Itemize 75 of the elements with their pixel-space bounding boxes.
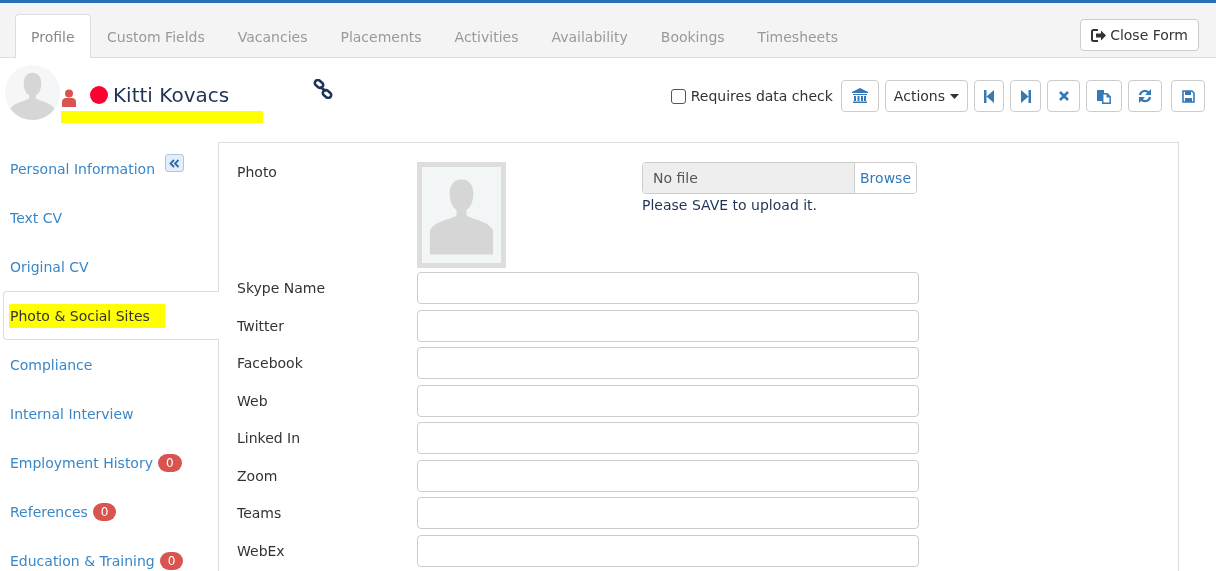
sidebar-label: Personal Information: [10, 160, 155, 177]
bank-icon: [851, 88, 868, 104]
sidebar-label: Employment History: [10, 454, 153, 471]
close-button[interactable]: [1047, 80, 1080, 112]
candidate-name: Kitti Kovacs: [113, 83, 230, 107]
skip-forward-icon: [1020, 89, 1031, 103]
actions-button[interactable]: Actions: [884, 80, 968, 112]
bank-button[interactable]: [840, 80, 879, 112]
photo-placeholder-icon: [417, 162, 506, 268]
sidebar-label: Education & Training: [10, 552, 155, 569]
status-dot: [90, 86, 108, 104]
field-label: Linked In: [237, 430, 302, 446]
sidebar-label: References: [10, 503, 88, 520]
field-label: Zoom: [237, 467, 279, 484]
double-chevron-icon: [169, 158, 180, 168]
field-label: Photo: [237, 163, 278, 180]
save-icon: [1181, 89, 1195, 103]
count-badge: 0: [92, 502, 117, 521]
last-record-button[interactable]: [1010, 80, 1041, 112]
sidebar-label: Compliance: [10, 356, 93, 373]
refresh-icon: [1138, 89, 1152, 103]
count-badge: 0: [158, 453, 182, 472]
sidebar-label: Internal Interview: [10, 405, 134, 422]
sidebar-item[interactable]: Personal Information: [0, 144, 219, 193]
link-icon[interactable]: [313, 79, 333, 99]
tab[interactable]: Activities: [438, 14, 535, 58]
sidebar-item[interactable]: References 0: [0, 487, 219, 536]
tab[interactable]: Availability: [534, 14, 645, 58]
tab[interactable]: Placements: [323, 14, 439, 58]
field-label: Twitter: [237, 317, 285, 334]
text-field[interactable]: [417, 534, 919, 567]
tab[interactable]: Vacancies: [221, 14, 324, 58]
text-field[interactable]: [417, 309, 919, 342]
sidebar-item[interactable]: Internal Interview: [0, 389, 219, 438]
file-input[interactable]: No file Browse: [642, 162, 917, 194]
count-badge: 0: [159, 551, 184, 570]
exit-icon: [1091, 28, 1107, 42]
tab[interactable]: Bookings: [644, 14, 742, 58]
text-field[interactable]: [417, 422, 919, 454]
text-field[interactable]: [417, 347, 919, 379]
field-label: Skype Name: [237, 280, 327, 296]
caret-icon: [950, 93, 959, 99]
sidebar-item[interactable]: Original CV: [0, 242, 219, 291]
upload-hint: Please SAVE to upload it.: [642, 197, 819, 213]
sidebar-item[interactable]: Education & Training 0: [0, 536, 219, 571]
sidebar-label: Text CV: [10, 209, 63, 226]
refresh-button[interactable]: [1128, 80, 1162, 112]
sidebar-label: Original CV: [10, 258, 89, 275]
copy-icon: [1097, 88, 1111, 104]
sidebar-item[interactable]: Employment History 0: [0, 438, 219, 487]
text-field[interactable]: [417, 272, 919, 304]
tab[interactable]: Profile: [15, 14, 91, 58]
text-field[interactable]: [417, 384, 919, 417]
text-field[interactable]: [417, 459, 919, 492]
checkbox-label: Requires data check: [690, 88, 833, 104]
close-form-button[interactable]: Close Form: [1080, 19, 1199, 51]
tab[interactable]: Custom Fields: [90, 14, 222, 58]
save-button[interactable]: [1171, 80, 1205, 112]
sidebar-label: Photo & Social Sites: [9, 303, 165, 328]
copy-button[interactable]: [1086, 80, 1122, 112]
sidebar-item[interactable]: Text CV: [0, 193, 219, 242]
field-label: Teams: [237, 505, 283, 521]
text-field[interactable]: [417, 497, 919, 529]
field-label: Web: [237, 392, 269, 409]
close-icon: [1058, 91, 1069, 101]
collapse-button[interactable]: [165, 154, 184, 172]
tab[interactable]: Timesheets: [741, 14, 855, 58]
field-label: WebEx: [237, 542, 286, 559]
person-icon: [61, 89, 77, 107]
checkbox[interactable]: [670, 88, 686, 104]
field-label: Facebook: [237, 355, 304, 371]
skip-back-icon: [984, 89, 994, 103]
sidebar-item[interactable]: Compliance: [0, 340, 219, 389]
sidebar-item[interactable]: Photo & Social Sites: [3, 291, 219, 340]
first-record-button[interactable]: [974, 80, 1004, 112]
